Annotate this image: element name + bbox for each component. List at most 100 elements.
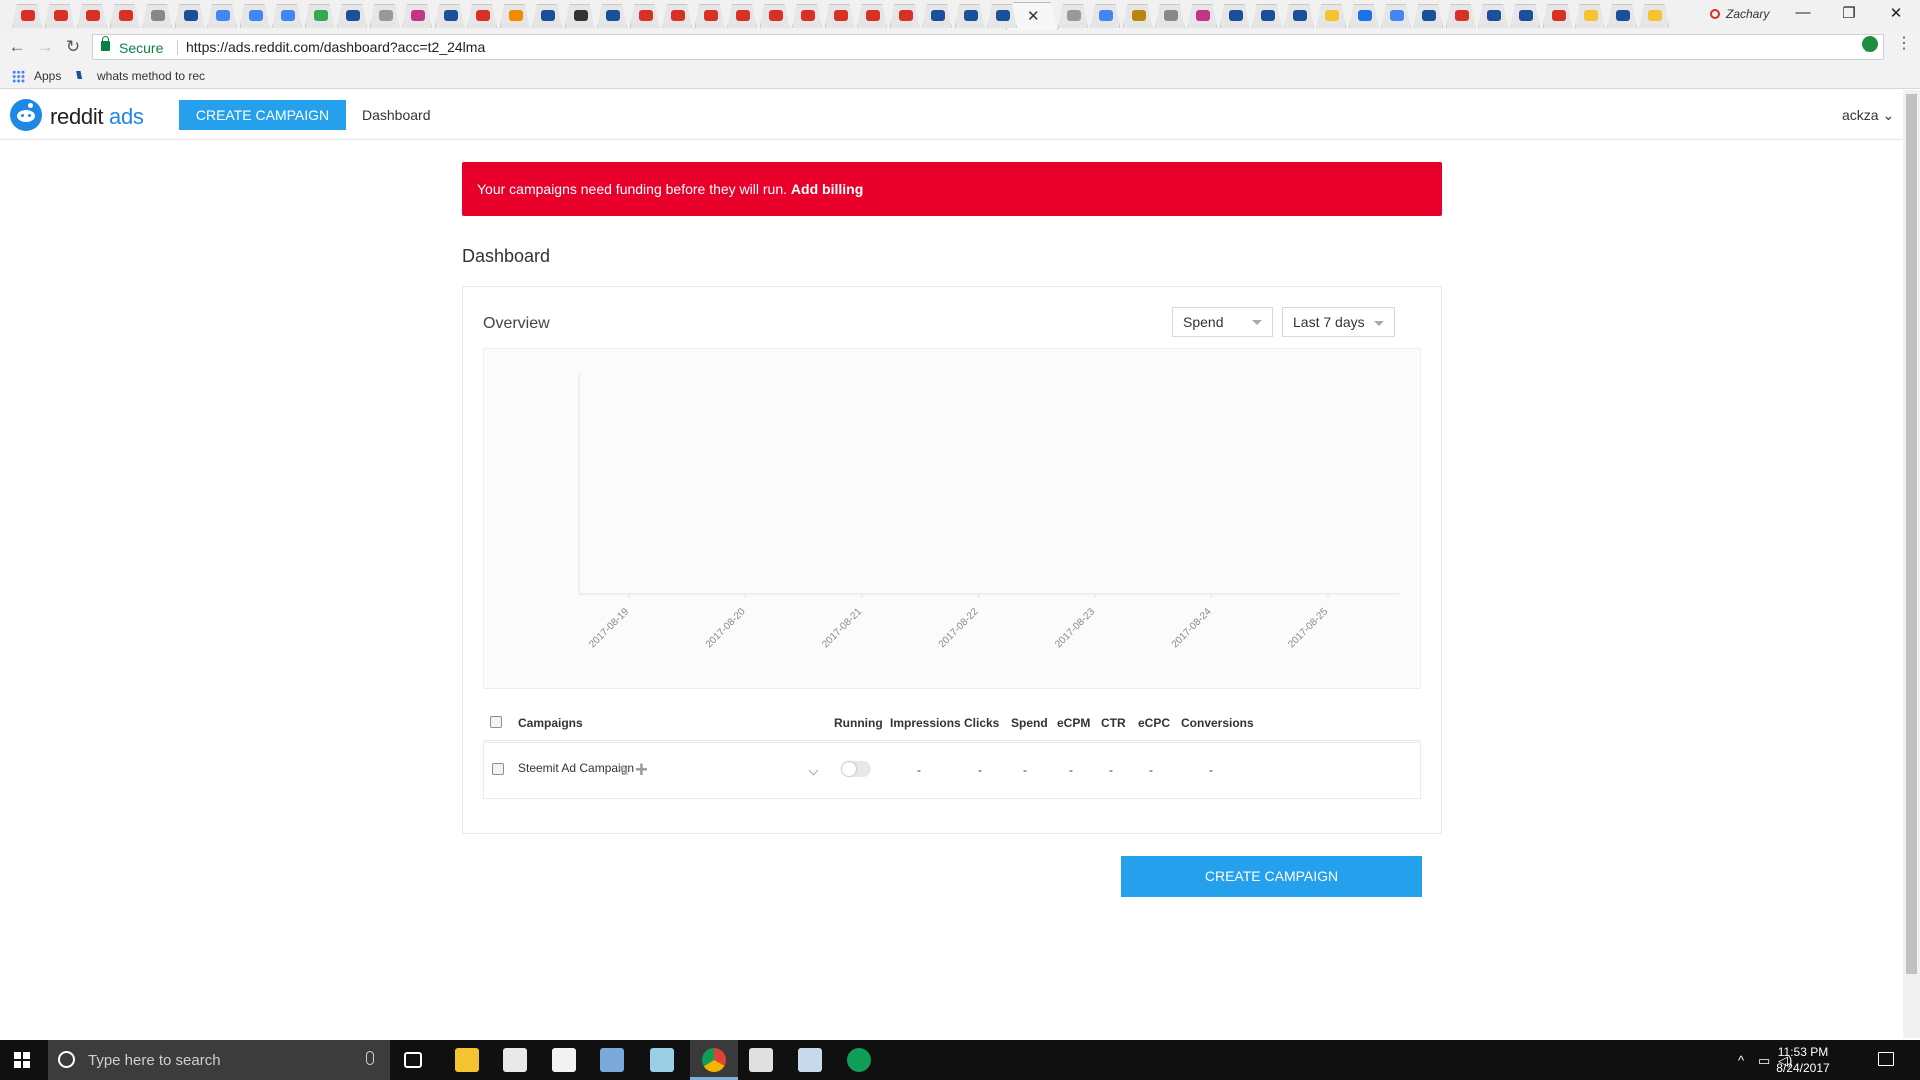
address-bar[interactable]: Secure https://ads.reddit.com/dashboard?…	[92, 34, 1884, 60]
mail-icon[interactable]	[503, 1048, 527, 1072]
microphone-icon[interactable]	[366, 1051, 374, 1065]
minimize-icon[interactable]: —	[1783, 4, 1823, 21]
apps-grid-icon[interactable]	[12, 70, 25, 83]
tray-chevron-icon[interactable]: ^	[1738, 1053, 1744, 1068]
col-spend[interactable]: Spend	[1011, 716, 1048, 730]
browser-tab[interactable]	[532, 4, 562, 28]
browser-tab[interactable]	[467, 4, 497, 28]
metric-select[interactable]: Spend	[1172, 307, 1273, 337]
browser-tab[interactable]	[109, 4, 140, 28]
browser-tab[interactable]	[174, 4, 205, 28]
browser-tab[interactable]	[434, 4, 465, 28]
browser-tab[interactable]	[337, 4, 367, 28]
browser-tab[interactable]	[1348, 4, 1379, 28]
browser-tab[interactable]	[1154, 4, 1185, 28]
create-campaign-button[interactable]: CREATE CAMPAIGN	[1121, 856, 1422, 897]
browser-tab[interactable]	[1413, 4, 1444, 28]
select-all-checkbox[interactable]	[490, 716, 502, 728]
browser-tab[interactable]	[1284, 4, 1315, 28]
bookmark-whats-method[interactable]: whats method to rec	[97, 69, 205, 83]
reload-icon[interactable]: ↻	[62, 36, 84, 58]
browser-tab[interactable]	[727, 4, 757, 28]
edit-pencil-icon[interactable]: ✎	[618, 763, 630, 780]
url-text[interactable]: https://ads.reddit.com/dashboard?acc=t2_…	[186, 39, 485, 55]
back-icon[interactable]: ←	[6, 36, 28, 58]
close-window-icon[interactable]: ✕	[1876, 4, 1916, 22]
browser-tab[interactable]	[1316, 4, 1347, 28]
browser-tab[interactable]	[1445, 4, 1476, 28]
store-icon[interactable]	[552, 1048, 576, 1072]
browser-tab[interactable]	[954, 4, 985, 28]
browser-tab[interactable]	[922, 4, 952, 28]
browser-tab[interactable]	[207, 4, 237, 28]
browser-tab[interactable]	[597, 4, 627, 28]
reddit-ads-logo[interactable]: reddit ads	[50, 104, 144, 130]
browser-tab[interactable]	[44, 4, 75, 28]
browser-tab[interactable]	[1477, 4, 1508, 28]
calculator-icon[interactable]	[749, 1048, 773, 1072]
browser-tab[interactable]	[1058, 4, 1088, 28]
browser-tab[interactable]	[824, 4, 855, 28]
col-running[interactable]: Running	[834, 716, 883, 730]
col-ctr[interactable]: CTR	[1101, 716, 1126, 730]
browser-tab[interactable]	[987, 4, 1017, 28]
hangouts-icon[interactable]	[847, 1048, 871, 1072]
browser-tab[interactable]	[12, 4, 42, 28]
paint-icon[interactable]	[600, 1048, 624, 1072]
col-campaigns[interactable]: Campaigns	[518, 716, 583, 730]
browser-tab[interactable]	[759, 4, 790, 28]
browser-tab[interactable]	[629, 4, 660, 28]
browser-tab[interactable]	[1090, 4, 1121, 28]
nav-dashboard-link[interactable]: Dashboard	[362, 107, 431, 123]
browser-tab[interactable]	[369, 4, 400, 28]
action-center-icon[interactable]	[1878, 1052, 1894, 1066]
browser-tab[interactable]	[1219, 4, 1250, 28]
expand-chevron-icon[interactable]	[808, 765, 819, 776]
browser-tab[interactable]	[1122, 4, 1153, 28]
add-billing-link[interactable]: Add billing	[791, 181, 863, 197]
notepad-icon[interactable]	[650, 1048, 674, 1072]
campaign-name[interactable]: Steemit Ad Campaign	[518, 761, 634, 775]
windows-start-icon[interactable]	[14, 1052, 30, 1068]
scrollbar-thumb[interactable]	[1906, 94, 1917, 974]
browser-tab[interactable]	[77, 4, 107, 28]
browser-tab[interactable]	[1251, 4, 1282, 28]
restore-icon[interactable]: ❐	[1829, 4, 1869, 22]
row-checkbox[interactable]	[492, 763, 504, 775]
taskbar-search[interactable]: Type here to search	[48, 1040, 390, 1080]
profile-button[interactable]: Zachary	[1710, 7, 1769, 21]
file-explorer-icon[interactable]	[455, 1048, 479, 1072]
browser-tab[interactable]	[304, 4, 335, 28]
user-menu[interactable]: ackza ⌄	[1842, 107, 1894, 124]
browser-tab[interactable]	[1574, 4, 1605, 28]
browser-tab[interactable]	[662, 4, 692, 28]
taskbar-clock[interactable]: 11:53 PM 8/24/2017	[1762, 1044, 1844, 1076]
running-toggle[interactable]	[841, 761, 871, 777]
reddit-logo-icon[interactable]	[10, 99, 42, 131]
browser-tab[interactable]	[857, 4, 887, 28]
browser-tab[interactable]	[499, 4, 530, 28]
remote-desktop-icon[interactable]	[798, 1048, 822, 1072]
col-impressions[interactable]: Impressions	[890, 716, 961, 730]
browser-tab[interactable]	[402, 4, 432, 28]
close-tab-icon[interactable]: ✕	[1027, 7, 1040, 25]
browser-tab[interactable]	[1542, 4, 1573, 28]
header-create-campaign-button[interactable]: CREATE CAMPAIGN	[179, 100, 346, 130]
bookmark-apps[interactable]: Apps	[34, 69, 61, 83]
browser-tab[interactable]	[694, 4, 725, 28]
browser-tab[interactable]	[889, 4, 920, 28]
extension-icon[interactable]	[1862, 36, 1878, 52]
date-range-select[interactable]: Last 7 days	[1282, 307, 1395, 337]
browser-menu-icon[interactable]: ⋮	[1896, 35, 1912, 53]
col-clicks[interactable]: Clicks	[964, 716, 999, 730]
browser-tab[interactable]	[792, 4, 822, 28]
browser-tab[interactable]	[272, 4, 302, 28]
add-icon[interactable]: +	[635, 757, 648, 783]
browser-tab[interactable]	[142, 4, 172, 28]
chrome-taskbar-button[interactable]	[690, 1040, 738, 1080]
browser-tab[interactable]	[1381, 4, 1411, 28]
browser-tab[interactable]	[1607, 4, 1638, 28]
browser-tab[interactable]	[1187, 4, 1218, 28]
col-ecpm[interactable]: eCPM	[1057, 716, 1090, 730]
col-conversions[interactable]: Conversions	[1181, 716, 1254, 730]
